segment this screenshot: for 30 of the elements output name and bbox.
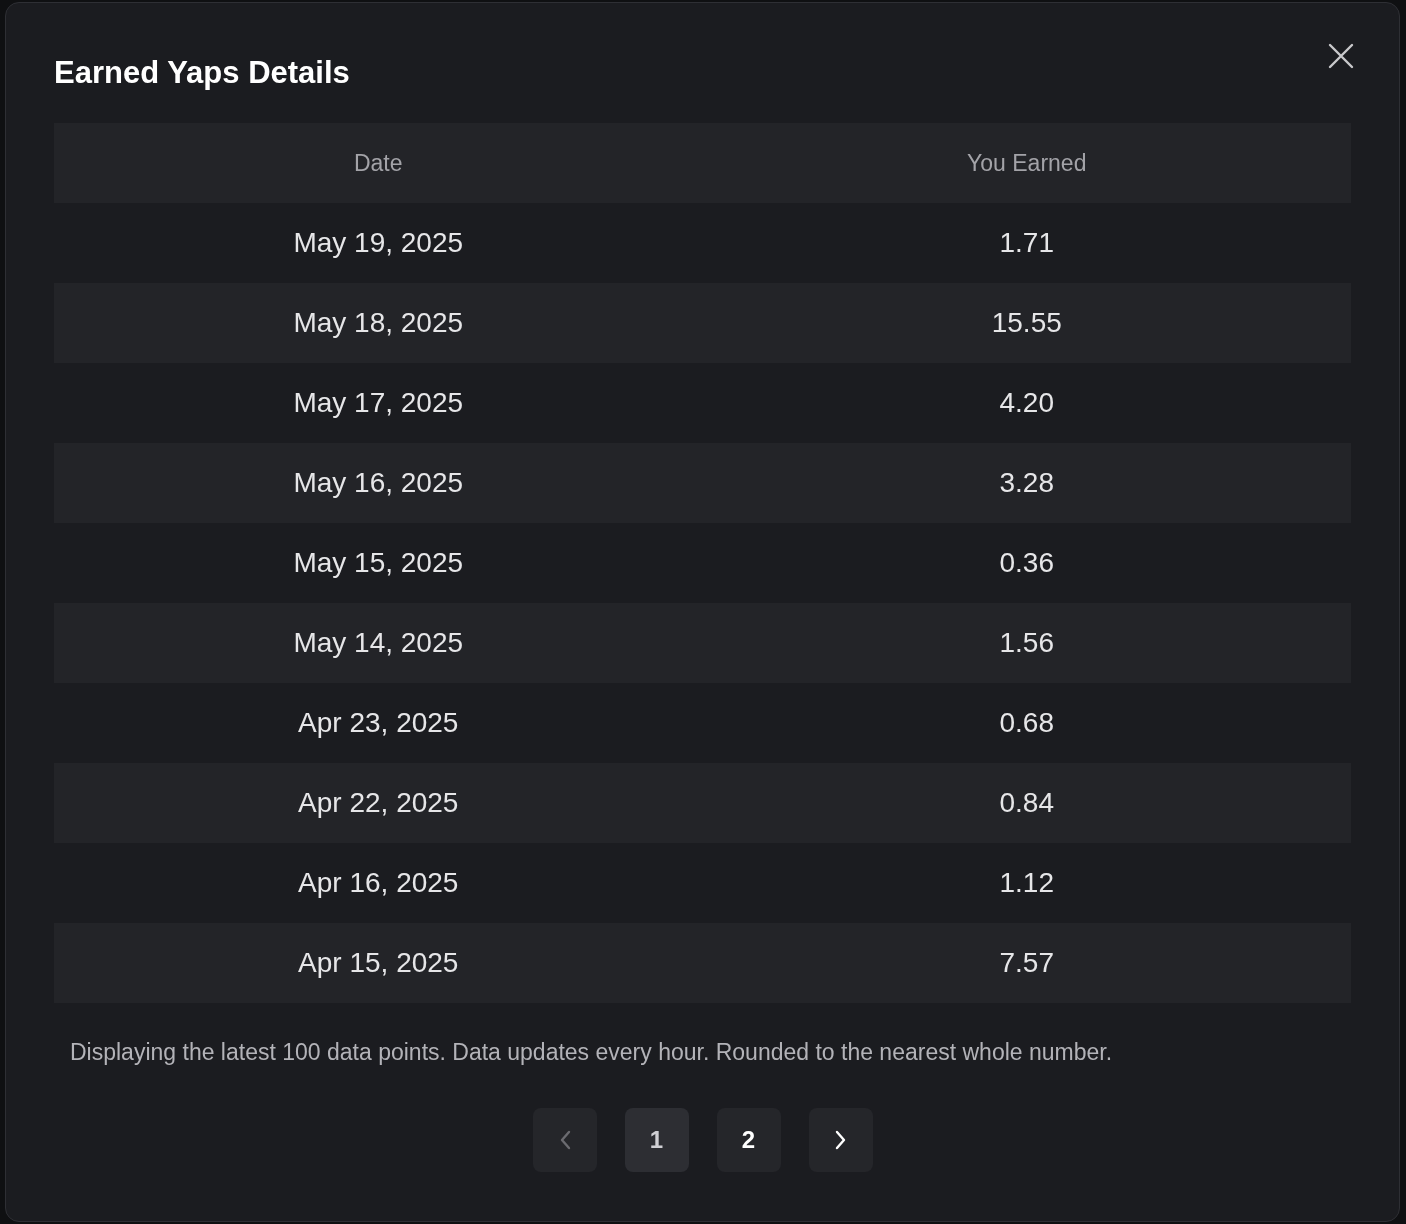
table-cell: 4.20	[999, 387, 1054, 419]
table-cell: 0.68	[999, 707, 1054, 739]
column-header: Date	[353, 149, 403, 177]
table-cell: Apr 22, 2025	[298, 787, 459, 819]
table-cell: May 19, 2025	[293, 227, 464, 259]
table-cell: Apr 23, 2025	[298, 707, 459, 739]
table-cell: 1.56	[999, 627, 1054, 659]
table-cell: May 16, 2025	[293, 467, 464, 499]
table-cell: 7.57	[999, 947, 1054, 979]
dialog-title: Earned Yaps Details	[54, 55, 350, 91]
page-button[interactable]: 2	[716, 1108, 781, 1172]
table-cell: 0.84	[999, 787, 1054, 819]
table-cell: 0.36	[999, 547, 1054, 579]
chevron-right-icon	[834, 1130, 847, 1150]
table-cell: May 17, 2025	[293, 387, 464, 419]
table-cell: Apr 16, 2025	[298, 867, 459, 899]
table-cell: May 18, 2025	[293, 307, 464, 339]
page-button[interactable]: 1	[624, 1108, 689, 1172]
table-cell: 15.55	[991, 307, 1062, 339]
table-cell: May 14, 2025	[293, 627, 464, 659]
table-cell: Apr 15, 2025	[298, 947, 459, 979]
table-cell: May 15, 2025	[293, 547, 464, 579]
table-cell: 1.12	[999, 867, 1054, 899]
next-page-button[interactable]	[808, 1108, 873, 1172]
close-icon[interactable]	[1328, 43, 1354, 69]
table-cell: 3.28	[999, 467, 1054, 499]
footnote-text: Displaying the latest 100 data points. Data updates every hour. Rounded to the nearest whole number.	[70, 1039, 1114, 1066]
table-cell: 1.71	[999, 227, 1054, 259]
column-header: You Earned	[967, 149, 1087, 177]
chevron-left-icon	[558, 1130, 571, 1150]
